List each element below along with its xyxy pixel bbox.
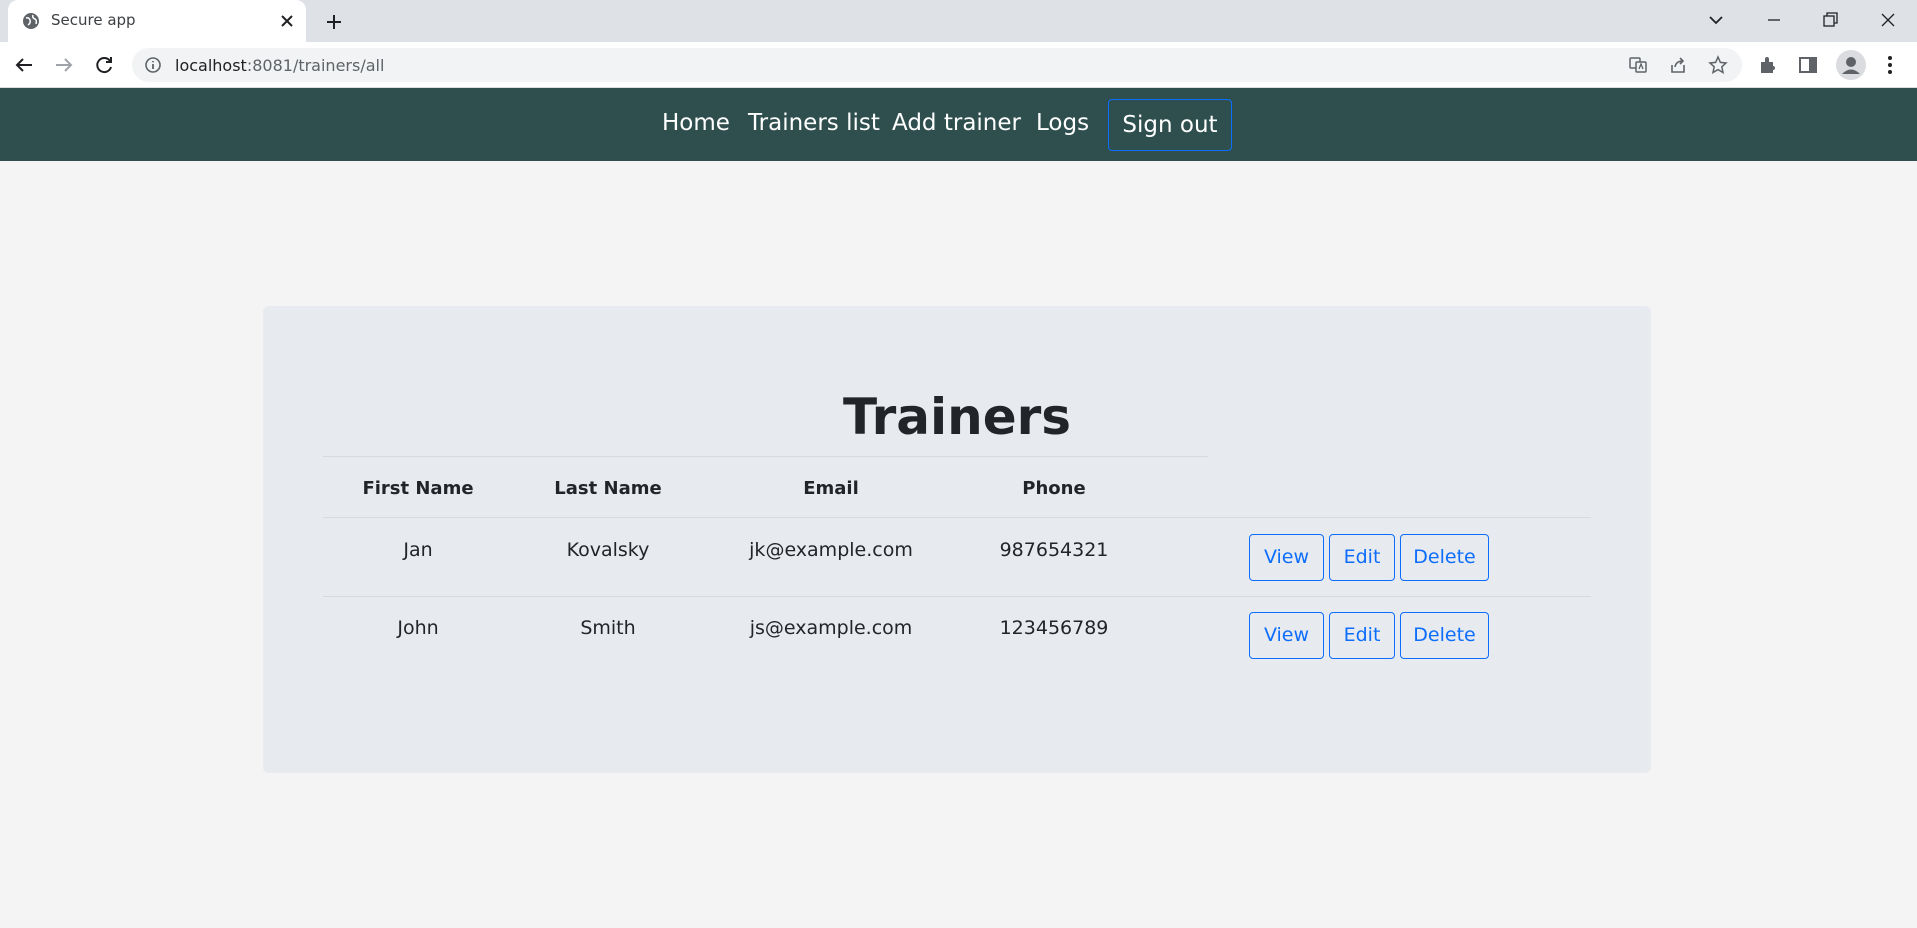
globe-icon [23,13,39,29]
close-icon[interactable] [278,12,296,30]
person-icon [1842,57,1860,74]
browser-tab[interactable]: Secure app [8,0,306,42]
tab-search-icon[interactable] [1704,8,1728,32]
restore-icon[interactable] [1818,8,1842,32]
profile-avatar[interactable] [1836,50,1866,80]
cell-email: js@example.com [749,617,913,639]
delete-button[interactable]: Delete [1400,534,1489,581]
trainers-card: Trainers First Name Last Name Email Phon… [263,306,1651,773]
header-email: Email [803,478,859,499]
info-icon[interactable] [144,56,162,74]
table-top-border [323,456,1208,457]
view-button[interactable]: View [1249,534,1324,581]
url-host: localhost [175,56,247,75]
header-bottom-border [323,517,1591,518]
nav-add-trainer-link[interactable]: Add trainer [892,110,1021,136]
side-panel-icon[interactable] [1796,53,1820,77]
translate-icon[interactable] [1628,55,1648,75]
row-divider [323,596,1591,597]
back-arrow-icon[interactable] [12,53,36,77]
minimize-icon[interactable] [1762,8,1786,32]
browser-toolbar: localhost:8081/trainers/all [0,42,1917,88]
cell-first-name: John [397,617,439,639]
tab-title: Secure app [51,11,136,29]
edit-button[interactable]: Edit [1329,612,1395,659]
delete-button[interactable]: Delete [1400,612,1489,659]
nav-trainers-list-link[interactable]: Trainers list [748,110,880,136]
cell-phone: 123456789 [999,617,1109,639]
header-phone: Phone [1022,478,1086,499]
view-button[interactable]: View [1249,612,1324,659]
bookmark-star-icon[interactable] [1708,55,1728,75]
browser-tabstrip: Secure app [0,0,1917,42]
cell-first-name: Jan [403,539,433,561]
cell-last-name: Smith [580,617,636,639]
header-first-name: First Name [362,478,474,499]
page-title: Trainers [842,388,1072,446]
window-close-icon[interactable] [1876,8,1900,32]
nav-home-link[interactable]: Home [662,110,730,136]
address-bar[interactable]: localhost:8081/trainers/all [132,48,1742,82]
sign-out-button[interactable]: Sign out [1108,99,1232,151]
cell-email: jk@example.com [749,539,913,561]
menu-dots-icon[interactable] [1878,53,1902,77]
nav-logs-link[interactable]: Logs [1036,110,1089,136]
url-text: localhost:8081/trainers/all [175,56,384,75]
cell-last-name: Kovalsky [566,539,650,561]
share-icon[interactable] [1668,55,1688,75]
cell-phone: 987654321 [999,539,1109,561]
app-navbar: Home Trainers list Add trainer Logs Sign… [0,88,1917,161]
edit-button[interactable]: Edit [1329,534,1395,581]
reload-icon[interactable] [92,53,116,77]
forward-arrow-icon[interactable] [52,53,76,77]
new-tab-icon[interactable] [322,10,346,34]
url-path: :8081/trainers/all [246,56,385,75]
extensions-icon[interactable] [1756,53,1780,77]
header-last-name: Last Name [554,478,662,499]
